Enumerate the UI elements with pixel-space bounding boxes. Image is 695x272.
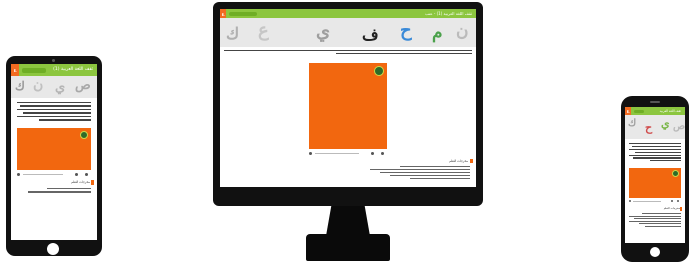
banner-letter: ف — [362, 25, 379, 44]
monitor-banner: ك ع ي ف ح م ن — [220, 18, 476, 47]
tablet-device: ع ثقف اللغة العربية (1) ك ن ي ص مخرجات ا… — [6, 56, 102, 256]
phone-device: ع ثقف اللغة العربية ك ح ي ص مخرجات التعل… — [621, 96, 689, 262]
logo-badge-icon — [80, 131, 88, 139]
phone-section-marker — [680, 207, 682, 211]
phone-search-input[interactable] — [634, 109, 644, 113]
fullscreen-icon[interactable] — [677, 200, 679, 202]
banner-letter: ن — [33, 77, 44, 93]
tablet-banner: ك ن ي ص — [11, 76, 97, 98]
phone-intro-text — [629, 143, 681, 163]
play-icon[interactable] — [309, 152, 312, 155]
play-icon[interactable] — [17, 173, 20, 176]
tablet-section-heading: مخرجات التعلم — [71, 180, 90, 184]
volume-icon[interactable] — [75, 173, 78, 176]
progress-bar[interactable] — [315, 153, 359, 154]
phone-home-button[interactable] — [650, 247, 660, 257]
phone-page-title: ثقف اللغة العربية — [659, 109, 681, 113]
phone-section-heading: مخرجات التعلم — [663, 207, 680, 210]
monitor-device: ع ثقف اللغة العربية (1) - عنب ك ع ي ف ح … — [213, 2, 483, 206]
phone-video-player[interactable] — [629, 168, 681, 198]
phone-video-controls — [629, 200, 681, 203]
monitor-video-controls — [309, 152, 387, 155]
banner-letter: ي — [661, 117, 670, 130]
monitor-search-input[interactable] — [229, 11, 257, 16]
banner-letter: ن — [456, 21, 469, 41]
tablet-camera — [52, 59, 55, 62]
tablet-home-button[interactable] — [47, 243, 59, 255]
monitor-topbar: ع ثقف اللغة العربية (1) - عنب — [220, 9, 476, 18]
monitor-page-title: ثقف اللغة العربية (1) - عنب — [425, 10, 472, 16]
monitor-section-marker — [470, 159, 473, 163]
monitor-outcomes-list — [370, 166, 470, 181]
banner-letter: ي — [55, 80, 66, 95]
monitor-intro-text — [224, 50, 472, 57]
monitor-section-heading: مخرجات التعلم — [449, 159, 468, 163]
phone-speaker — [650, 101, 660, 103]
tablet-screen: ع ثقف اللغة العربية (1) ك ن ي ص مخرجات ا… — [11, 64, 97, 240]
banner-letter: ح — [645, 121, 653, 134]
tablet-topbar: ع ثقف اللغة العربية (1) — [11, 64, 97, 76]
banner-letter: ص — [673, 121, 685, 132]
volume-icon[interactable] — [371, 152, 374, 155]
monitor-stand-neck — [326, 206, 370, 236]
volume-icon[interactable] — [671, 200, 673, 202]
tablet-search-input[interactable] — [22, 67, 46, 73]
banner-letter: م — [432, 23, 443, 43]
progress-bar[interactable] — [23, 174, 63, 175]
monitor-video-player[interactable] — [309, 63, 387, 149]
monitor-logo[interactable]: ع — [220, 9, 226, 18]
banner-letter: ك — [15, 79, 25, 93]
tablet-section-marker — [91, 180, 94, 185]
fullscreen-icon[interactable] — [381, 152, 384, 155]
banner-letter: ص — [75, 78, 91, 93]
tablet-logo[interactable]: ع — [11, 64, 19, 76]
phone-screen: ع ثقف اللغة العربية ك ح ي ص مخرجات التعل… — [625, 107, 685, 243]
progress-bar[interactable] — [633, 201, 661, 202]
tablet-video-controls — [17, 173, 91, 176]
phone-banner: ك ح ي ص — [625, 115, 685, 139]
banner-letter: ك — [628, 118, 637, 129]
banner-letter: ك — [226, 24, 240, 43]
banner-letter: ح — [400, 20, 412, 41]
play-icon[interactable] — [629, 200, 631, 202]
tablet-outcomes-list — [17, 188, 91, 195]
logo-badge-icon — [672, 170, 679, 177]
fullscreen-icon[interactable] — [85, 173, 88, 176]
phone-topbar: ع ثقف اللغة العربية — [625, 107, 685, 115]
tablet-page-title: ثقف اللغة العربية (1) — [53, 67, 93, 72]
monitor-stand-base — [306, 234, 390, 261]
tablet-intro-text — [17, 102, 91, 123]
logo-badge-icon — [374, 66, 384, 76]
phone-outcomes-list — [629, 213, 681, 229]
phone-logo[interactable]: ع — [625, 107, 631, 115]
monitor-screen: ع ثقف اللغة العربية (1) - عنب ك ع ي ف ح … — [220, 9, 476, 187]
banner-letter: ع — [258, 20, 269, 41]
tablet-video-player[interactable] — [17, 128, 91, 170]
banner-letter: ي — [316, 21, 331, 42]
